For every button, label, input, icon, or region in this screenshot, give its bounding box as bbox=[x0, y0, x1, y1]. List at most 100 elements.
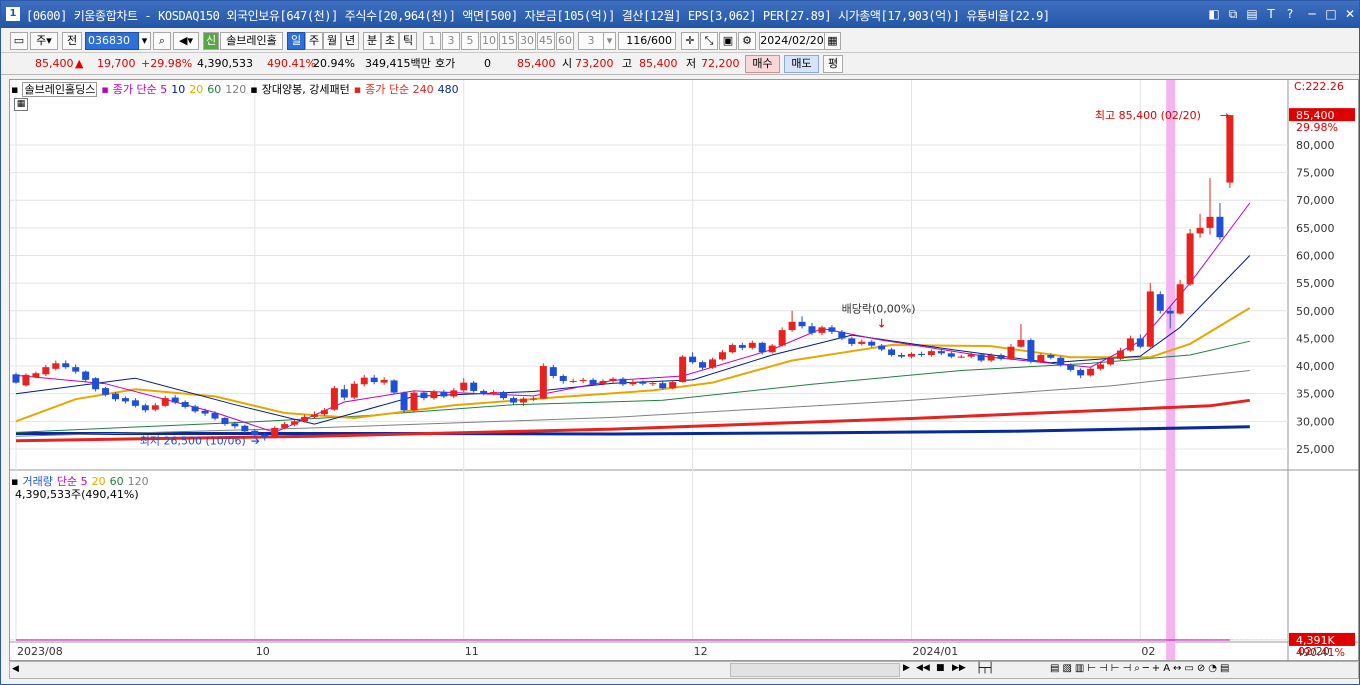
candle-body bbox=[967, 354, 975, 357]
low-price: 72,200 bbox=[701, 57, 740, 70]
price-legend: ▪ 솔브레인홀딩스 ▪ 종가 단순 5 10 20 60 120 ▪ 장대양봉, 강세패턴 ▪ 종가 … bbox=[11, 81, 463, 97]
crosshair-icon[interactable]: ✛ bbox=[681, 32, 699, 50]
help-icon[interactable]: ? bbox=[1282, 6, 1298, 22]
scroll-left-icon[interactable]: ◀ bbox=[12, 664, 22, 676]
font-size-icon[interactable]: T bbox=[1263, 6, 1279, 22]
candle-body bbox=[1007, 346, 1015, 359]
print-icon[interactable]: ▤ bbox=[1244, 6, 1260, 22]
save-icon[interactable]: ▣ bbox=[719, 32, 737, 50]
candle-body bbox=[1156, 294, 1164, 311]
chart-tools-icons[interactable]: ▤▧▥⊢⊣⊢⊣⌕─+A↔▭⊘◔▤ bbox=[1050, 663, 1250, 677]
interval-3[interactable]: 3 bbox=[442, 32, 460, 50]
minimize-icon[interactable]: ─ bbox=[1304, 6, 1320, 22]
ma120-label[interactable]: 120 bbox=[225, 83, 246, 96]
settings-icon[interactable]: ⚙ bbox=[738, 32, 756, 50]
ma60-line bbox=[15, 340, 1250, 433]
calendar-icon[interactable]: ▦ bbox=[825, 32, 841, 50]
link-icon[interactable]: ◧ bbox=[1206, 6, 1222, 22]
sell-button[interactable]: 매도 bbox=[784, 55, 819, 73]
table-view-icon[interactable]: ▦ bbox=[14, 98, 28, 111]
candle-body bbox=[927, 351, 935, 355]
ma480-label[interactable]: 480 bbox=[438, 83, 459, 96]
play-icon[interactable]: ▶▶ bbox=[952, 663, 966, 677]
buy-button[interactable]: 매수 bbox=[745, 55, 780, 73]
jeon-button[interactable]: 전 bbox=[62, 32, 82, 50]
pattern-label[interactable]: 장대양봉, 강세패턴 bbox=[262, 83, 350, 96]
interval-15[interactable]: 15 bbox=[499, 32, 517, 50]
candle-body bbox=[112, 393, 119, 400]
stock-code-input[interactable]: 036830 bbox=[85, 32, 139, 50]
time-tick-label: 2024/01 bbox=[913, 645, 959, 658]
trade-amount: 349,415백만 bbox=[365, 57, 431, 70]
sound-icon[interactable]: ◀▾ bbox=[173, 32, 199, 50]
period-select[interactable]: 주▾ bbox=[30, 32, 58, 50]
low-label: 저 bbox=[686, 57, 697, 70]
dividend-arrow-icon: ↓ bbox=[877, 316, 887, 330]
date-input[interactable]: 2024/02/20 bbox=[759, 32, 825, 50]
interval-45[interactable]: 45 bbox=[537, 32, 555, 50]
interval-1[interactable]: 1 bbox=[423, 32, 441, 50]
candle-body bbox=[191, 406, 199, 412]
stop-icon[interactable]: ■ bbox=[936, 663, 950, 677]
interval-dropdown-icon[interactable]: ▾ bbox=[604, 32, 616, 50]
candle-body bbox=[619, 378, 627, 385]
interval-60[interactable]: 60 bbox=[556, 32, 574, 50]
tab-second[interactable]: 초 bbox=[381, 32, 399, 50]
candle-body bbox=[1136, 338, 1144, 347]
code-dropdown-icon[interactable]: ▾ bbox=[139, 32, 151, 50]
stock-name-label[interactable]: 솔브레인홀딩스 bbox=[22, 82, 98, 97]
custom-interval-input[interactable]: 3 bbox=[578, 32, 604, 50]
volume-value: 4,390,533 bbox=[197, 57, 253, 70]
ma10-line bbox=[15, 255, 1251, 425]
eval-button[interactable]: 평 bbox=[823, 55, 843, 73]
candle-body bbox=[131, 400, 139, 406]
ma-label[interactable]: 종가 단순 5 bbox=[113, 83, 167, 96]
search-icon[interactable]: ⌕ bbox=[153, 32, 171, 50]
draw-line-icon[interactable]: ⤡ bbox=[700, 32, 718, 50]
close-icon[interactable]: ✕ bbox=[1342, 6, 1358, 22]
ma240-label[interactable]: 종가 단순 240 bbox=[365, 83, 433, 96]
tab-minute[interactable]: 분 bbox=[363, 32, 381, 50]
candle-body bbox=[440, 392, 448, 397]
tab-day[interactable]: 일 bbox=[287, 32, 305, 50]
candle-body bbox=[201, 410, 209, 414]
sin-badge[interactable]: 신 bbox=[203, 32, 219, 50]
rewind-icon[interactable]: ◀◀ bbox=[916, 663, 930, 677]
ma60-label[interactable]: 60 bbox=[207, 83, 221, 96]
restore-group-icon[interactable]: ⧉ bbox=[1225, 6, 1241, 22]
time-tick-label: 2023/08 bbox=[17, 645, 63, 658]
tab-tick[interactable]: 틱 bbox=[399, 32, 417, 50]
price-change-pct: +29.98% bbox=[141, 57, 193, 70]
chart-scrollbar[interactable]: ◀ ▶ ◀◀ ■ ▶▶ ├┬┤ ▤▧▥⊢⊣⊢⊣⌕─+A↔▭⊘◔▤ bbox=[9, 661, 1359, 679]
data-count-field[interactable]: 116/600 bbox=[618, 32, 676, 50]
candle-body bbox=[609, 378, 617, 381]
high-annotation: 최고 85,400 (02/20) bbox=[1095, 109, 1201, 122]
chart-menu-icon[interactable]: ▭ bbox=[10, 32, 28, 50]
interval-10[interactable]: 10 bbox=[480, 32, 498, 50]
interval-5[interactable]: 5 bbox=[461, 32, 479, 50]
time-tick-label: 02 bbox=[1141, 645, 1155, 658]
maximize-icon[interactable]: □ bbox=[1323, 6, 1339, 22]
volume-legend: ▪ 거래량 단순 5 20 60 120 bbox=[11, 473, 153, 488]
candle-body bbox=[400, 392, 408, 411]
ma5-line bbox=[15, 202, 1251, 433]
candle-body bbox=[390, 380, 398, 393]
ma10-label[interactable]: 10 bbox=[171, 83, 185, 96]
chart-svg[interactable]: 80,000 75,000 70,000 65,000 60,000 55,000 50,0… bbox=[10, 80, 1358, 660]
window-icon[interactable]: 1 bbox=[6, 7, 20, 21]
tab-year[interactable]: 년 bbox=[341, 32, 359, 50]
scroll-right-icon[interactable]: ▶ bbox=[903, 663, 916, 677]
scroll-thumb[interactable] bbox=[730, 663, 900, 677]
candle-body bbox=[778, 330, 786, 346]
candle-body bbox=[828, 327, 836, 332]
candle-body bbox=[937, 351, 945, 354]
chart-area[interactable]: 80,000 75,000 70,000 65,000 60,000 55,000 50,0… bbox=[9, 79, 1359, 661]
tab-month[interactable]: 월 bbox=[323, 32, 341, 50]
candle-body bbox=[679, 356, 687, 383]
low-annotation: 최저 26,500 (10/06) bbox=[140, 435, 246, 448]
zoom-slider-icon[interactable]: ├┬┤ bbox=[976, 663, 1016, 677]
candle-body bbox=[320, 410, 328, 415]
tab-week[interactable]: 주 bbox=[305, 32, 323, 50]
ma20-label[interactable]: 20 bbox=[189, 83, 203, 96]
interval-30[interactable]: 30 bbox=[518, 32, 536, 50]
